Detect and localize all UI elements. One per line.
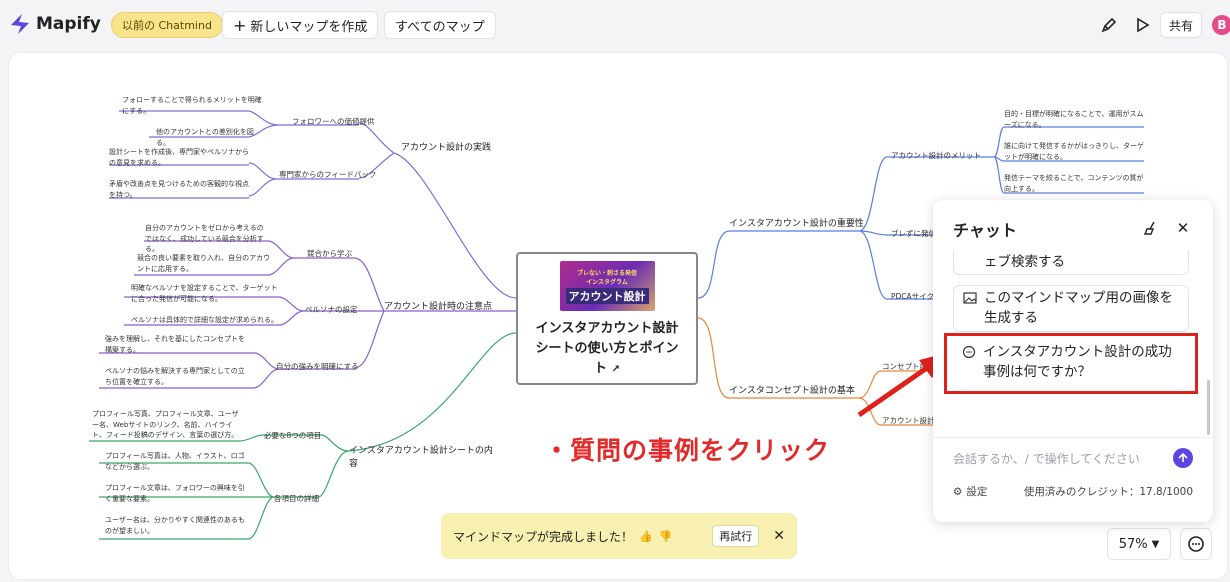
annotation-text: ・質問の事例をクリック (544, 436, 831, 465)
play-icon[interactable] (1132, 14, 1154, 36)
all-maps-button[interactable]: すべてのマップ (384, 11, 496, 39)
pen-icon[interactable] (1098, 14, 1120, 36)
suggestion-web-search[interactable]: ェブ検索する (953, 250, 1189, 276)
zoom-value: 57% (1118, 536, 1148, 552)
gear-icon: ⚙ (953, 485, 963, 498)
app-logo[interactable]: Mapify (8, 12, 101, 36)
chat-title: チャット (953, 221, 1017, 240)
suggestion-image[interactable]: このマインドマップ用の画像を生成する (953, 285, 1189, 332)
chat-panel: チャット ✕ ェブ検索する このマインドマップ用の画像を生成する インスタアカウ… (933, 200, 1213, 522)
image-icon (963, 292, 977, 304)
credits-text: 使用済みのクレジット：17.8/1000 (1023, 486, 1193, 498)
close-icon[interactable]: ✕ (773, 528, 785, 544)
zoom-control[interactable]: 57% ▼ (1107, 528, 1171, 560)
chat-input[interactable]: 会話するか、/ で操作してください (953, 450, 1140, 467)
top-bar: Mapify 以前の Chatmind + 新しいマップを作成 すべてのマップ … (0, 0, 1230, 50)
new-map-label: 新しいマップを作成 (250, 19, 368, 35)
settings-button[interactable]: ⚙ 設定 (953, 484, 987, 499)
legacy-chatmind-button[interactable]: 以前の Chatmind (111, 12, 223, 38)
completion-toast: マインドマップが完成しました！ 👍 👎 再試行 ✕ (441, 513, 797, 559)
plus-icon: + (233, 15, 247, 35)
chat-toggle-button[interactable] (1180, 528, 1212, 560)
retry-button[interactable]: 再試行 (712, 525, 760, 547)
app-name: Mapify (36, 14, 101, 34)
highlight-box (944, 333, 1198, 394)
thumbs-down-icon[interactable]: 👎 (659, 530, 673, 543)
toast-message: マインドマップが完成しました！ (453, 529, 634, 544)
chat-bubble-icon (1188, 536, 1204, 552)
share-button[interactable]: 共有 (1160, 12, 1203, 38)
thumbs-up-icon[interactable]: 👍 (639, 530, 653, 543)
settings-label: 設定 (966, 486, 988, 498)
avatar[interactable]: B (1212, 15, 1230, 35)
close-icon[interactable]: ✕ (1173, 218, 1193, 238)
send-button[interactable] (1173, 448, 1193, 468)
suggestion-label: このマインドマップ用の画像を生成する (984, 290, 1173, 327)
bolt-logo-icon (11, 14, 29, 34)
new-map-button[interactable]: + 新しいマップを作成 (222, 11, 379, 39)
divider (933, 437, 1213, 438)
scrollbar[interactable] (1207, 380, 1210, 435)
chevron-down-icon: ▼ (1151, 538, 1160, 550)
broom-icon[interactable] (1141, 218, 1161, 238)
arrow-up-icon (1178, 453, 1188, 462)
